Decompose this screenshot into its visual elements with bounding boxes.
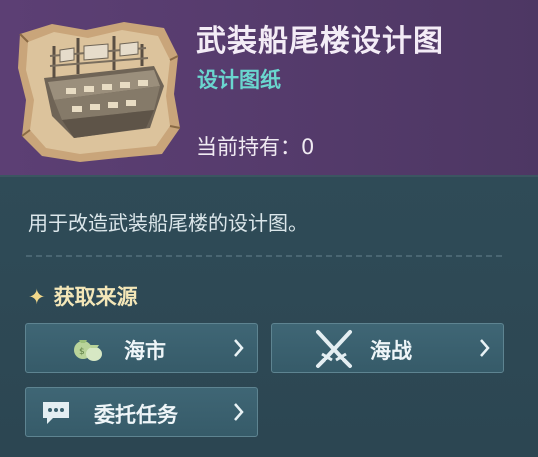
ship-blueprint-image bbox=[18, 22, 181, 162]
item-type: 设计图纸 bbox=[197, 68, 281, 92]
source-heading: ✦ 获取来源 bbox=[28, 281, 138, 311]
svg-text:$: $ bbox=[79, 347, 85, 357]
chevron-right-icon bbox=[480, 339, 490, 357]
source-button-commission[interactable]: 委托任务 bbox=[25, 387, 258, 437]
sparkle-icon: ✦ bbox=[28, 285, 46, 309]
item-tooltip-panel: 武装船尾楼设计图 设计图纸 当前持有：0 用于改造武装船尾楼的设计图。 ✦ 获取来… bbox=[0, 0, 538, 457]
source-button-commission-label: 委托任务 bbox=[94, 403, 178, 427]
item-body: 用于改造武装船尾楼的设计图。 ✦ 获取来源 $ 海市 海战 委托任务 bbox=[0, 177, 538, 457]
coin-bags-icon: $ bbox=[74, 340, 102, 361]
source-button-market[interactable]: $ 海市 bbox=[25, 323, 258, 373]
dashed-divider bbox=[26, 255, 502, 257]
chat-bubble-icon bbox=[43, 402, 69, 424]
item-description: 用于改造武装船尾楼的设计图。 bbox=[28, 211, 308, 235]
item-title: 武装船尾楼设计图 bbox=[196, 24, 444, 59]
chevron-right-icon bbox=[234, 339, 244, 357]
source-button-market-label: 海市 bbox=[124, 339, 166, 363]
crossed-swords-icon bbox=[316, 330, 352, 368]
source-button-naval-battle-label: 海战 bbox=[370, 339, 412, 363]
source-heading-label: 获取来源 bbox=[53, 285, 138, 309]
holding-count: 当前持有：0 bbox=[196, 135, 315, 159]
source-button-naval-battle[interactable]: 海战 bbox=[271, 323, 504, 373]
chevron-right-icon bbox=[234, 403, 244, 421]
item-header: 武装船尾楼设计图 设计图纸 当前持有：0 bbox=[0, 0, 538, 177]
